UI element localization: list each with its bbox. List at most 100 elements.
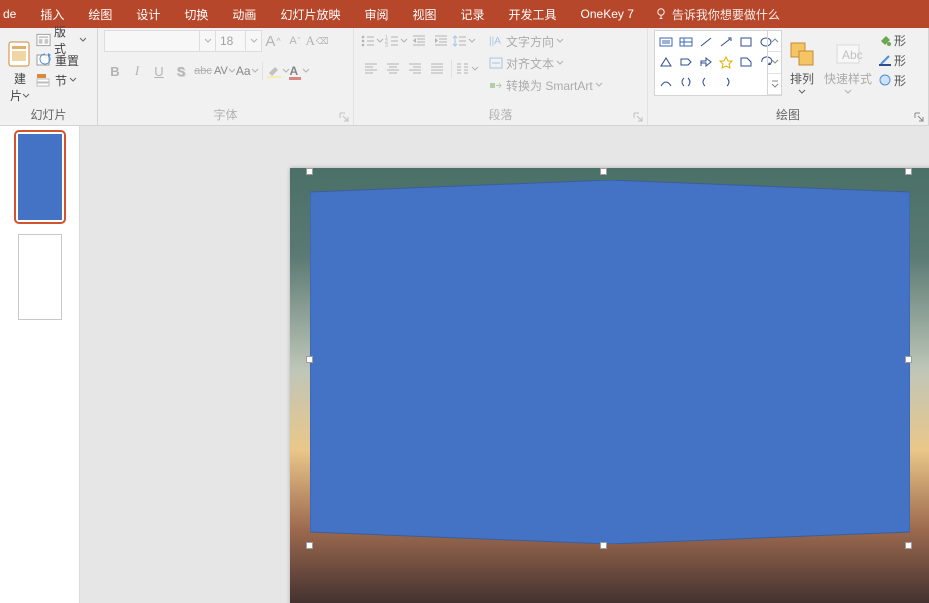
tab-developer[interactable]: 开发工具 — [497, 0, 569, 28]
tell-me-label: 告诉我你想要做什么 — [672, 6, 780, 23]
group-paragraph: 123 ||A文字方向 对齐文本 转换为 SmartArt — [354, 28, 648, 126]
tab-islide[interactable]: de — [0, 0, 28, 28]
shape-effects-button[interactable]: 形 — [878, 70, 914, 90]
tab-design[interactable]: 设计 — [124, 0, 172, 28]
resize-handle[interactable] — [600, 542, 607, 549]
tab-review[interactable]: 审阅 — [352, 0, 400, 28]
tell-me[interactable]: 告诉我你想要做什么 — [654, 6, 780, 23]
indent-decrease-button[interactable] — [408, 30, 430, 52]
text-direction-button[interactable]: ||A文字方向 — [489, 30, 611, 52]
align-center-button[interactable] — [382, 58, 404, 80]
resize-handle[interactable] — [306, 356, 313, 363]
align-text-label: 对齐文本 — [506, 55, 554, 72]
shrink-font-button[interactable]: Aˇ — [284, 30, 306, 52]
tab-slideshow[interactable]: 幻灯片放映 — [268, 0, 352, 28]
smartart-button[interactable]: 转换为 SmartArt — [489, 74, 611, 96]
columns-icon — [455, 61, 471, 77]
group-drawing-label: 绘图 — [648, 105, 928, 126]
numbering-button[interactable]: 123 — [384, 30, 408, 52]
layout-icon — [36, 33, 51, 47]
group-font-label: 字体 — [98, 105, 353, 126]
shape-outline-icon — [878, 53, 892, 67]
arrange-icon — [787, 39, 817, 69]
new-slide-button[interactable]: 建 片 — [6, 30, 34, 105]
align-text-icon — [489, 56, 503, 70]
tab-view[interactable]: 视图 — [400, 0, 448, 28]
tab-onekey[interactable]: OneKey 7 — [569, 0, 646, 28]
reset-button[interactable]: 重置 — [34, 50, 91, 70]
line-spacing-button[interactable] — [452, 30, 476, 52]
font-color-button[interactable]: A — [290, 60, 311, 82]
bullets-button[interactable] — [360, 30, 384, 52]
indent-icon — [433, 33, 449, 49]
char-spacing-button[interactable]: AV — [214, 60, 236, 82]
gallery-down-icon[interactable] — [768, 52, 781, 73]
quick-styles-icon: Abc — [833, 39, 863, 69]
shape-fill-label: 形 — [894, 32, 906, 49]
clear-format-button[interactable]: A⌫ — [306, 30, 328, 52]
highlight-button[interactable] — [266, 60, 290, 82]
group-slides-label: 幻灯片 — [0, 105, 97, 126]
reset-icon — [36, 53, 52, 67]
tab-transitions[interactable]: 切换 — [172, 0, 220, 28]
slide-thumbnail-2[interactable] — [18, 234, 62, 320]
slide-canvas-area[interactable] — [80, 126, 929, 603]
svg-text:||A: ||A — [489, 36, 501, 47]
shape-outline-label: 形 — [894, 52, 906, 69]
align-text-button[interactable]: 对齐文本 — [489, 52, 611, 74]
change-case-button[interactable]: Aa — [236, 60, 259, 82]
new-slide-label-2: 片 — [10, 87, 22, 104]
quick-styles-label: 快速样式 — [824, 72, 872, 86]
align-left-button[interactable] — [360, 58, 382, 80]
chevron-down-icon — [199, 31, 215, 51]
shapes-gallery[interactable] — [654, 30, 782, 96]
quick-styles-button[interactable]: Abc 快速样式 — [822, 30, 874, 105]
lightbulb-icon — [654, 7, 668, 21]
svg-text:2: 2 — [385, 39, 388, 45]
group-drawing: 排列 Abc 快速样式 形 形 形 绘图 — [648, 28, 929, 126]
slide[interactable] — [290, 168, 929, 603]
bold-button[interactable]: B — [104, 60, 126, 82]
justify-button[interactable] — [426, 58, 448, 80]
columns-button[interactable] — [455, 58, 479, 80]
reset-label: 重置 — [55, 52, 79, 69]
italic-button[interactable]: I — [126, 60, 148, 82]
section-button[interactable]: 节 — [34, 70, 91, 90]
font-size-combo[interactable]: 18 — [216, 30, 262, 52]
shape-fill-icon — [878, 33, 892, 47]
group-paragraph-label: 段落 — [354, 105, 647, 126]
indent-increase-button[interactable] — [430, 30, 452, 52]
align-right-button[interactable] — [404, 58, 426, 80]
strike-button[interactable]: abc — [192, 60, 214, 82]
gallery-up-icon[interactable] — [768, 31, 781, 52]
arrange-button[interactable]: 排列 — [782, 30, 822, 105]
underline-button[interactable]: U — [148, 60, 170, 82]
resize-handle[interactable] — [905, 542, 912, 549]
shape-effects-icon — [878, 73, 892, 87]
grow-font-button[interactable]: A^ — [262, 30, 284, 52]
tab-draw[interactable]: 绘图 — [76, 0, 124, 28]
selected-shape[interactable] — [310, 180, 910, 544]
svg-text:3: 3 — [385, 43, 388, 49]
gallery-more-icon[interactable] — [768, 74, 781, 95]
tab-record[interactable]: 记录 — [448, 0, 496, 28]
font-name-combo[interactable] — [104, 30, 216, 52]
text-direction-icon: ||A — [489, 34, 503, 48]
resize-handle[interactable] — [600, 168, 607, 175]
resize-handle[interactable] — [905, 356, 912, 363]
line-spacing-icon — [452, 33, 468, 49]
resize-handle[interactable] — [905, 168, 912, 175]
resize-handle[interactable] — [306, 542, 313, 549]
tab-animations[interactable]: 动画 — [220, 0, 268, 28]
smartart-icon — [489, 78, 503, 92]
bullets-icon — [360, 33, 376, 49]
shape-outline-button[interactable]: 形 — [878, 50, 914, 70]
align-left-icon — [363, 61, 379, 77]
layout-button[interactable]: 版式 — [34, 30, 91, 50]
resize-handle[interactable] — [306, 168, 313, 175]
section-label: 节 — [55, 72, 67, 89]
shadow-button[interactable]: S — [170, 60, 192, 82]
shape-fill-button[interactable]: 形 — [878, 30, 914, 50]
smartart-label: 转换为 SmartArt — [506, 77, 593, 94]
slide-thumbnail-1[interactable] — [18, 134, 62, 220]
